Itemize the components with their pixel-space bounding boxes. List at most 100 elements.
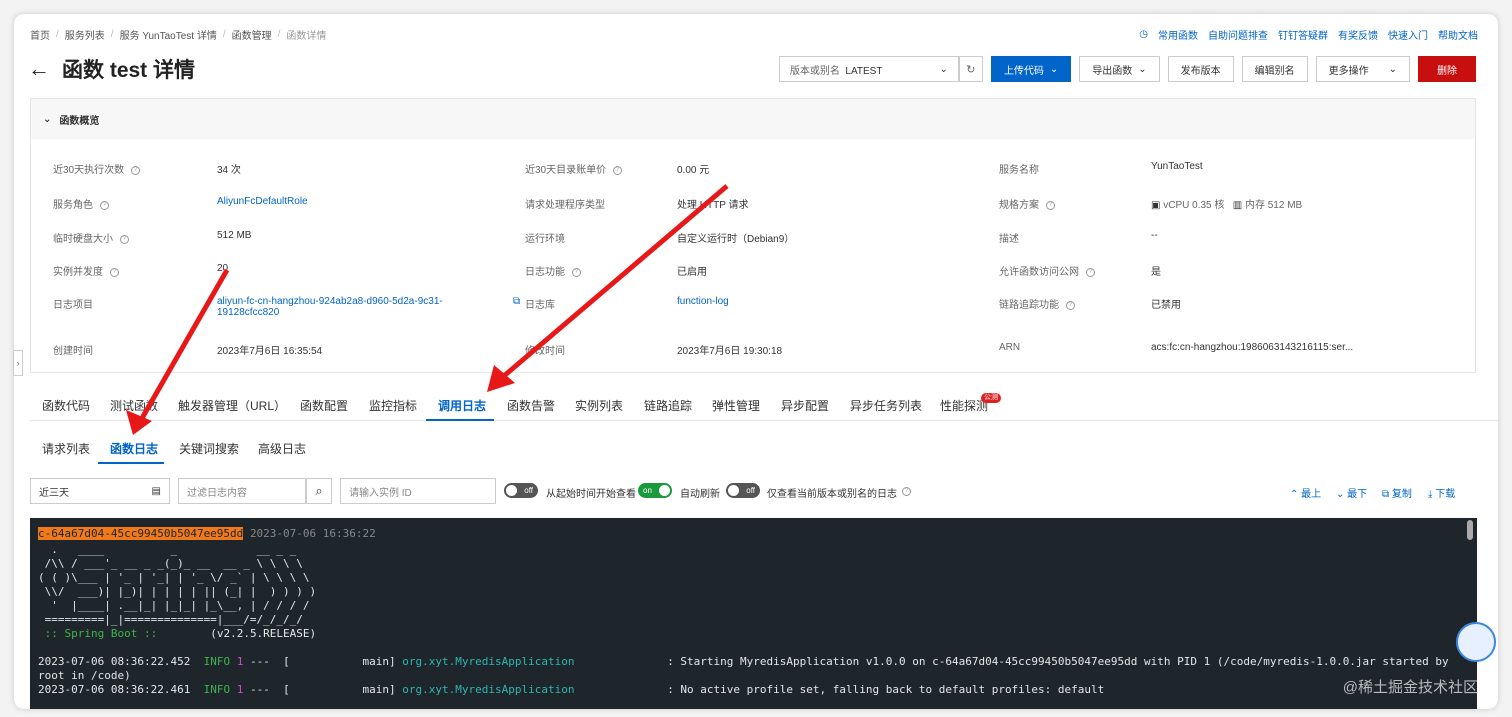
tab-function-code[interactable]: 函数代码	[42, 397, 90, 414]
copy-link[interactable]: ⧉ 复制	[1382, 485, 1412, 500]
tab-elastic-management[interactable]: 弹性管理	[712, 397, 760, 414]
overview-value: 512 MB	[217, 230, 252, 241]
chevron-down-icon: ⌄	[1049, 63, 1059, 75]
subtab-function-logs[interactable]: 函数日志	[110, 440, 158, 457]
help-icon: ?	[902, 487, 911, 496]
help-icon: ?	[1065, 300, 1075, 310]
time-range-select[interactable]: 近三天 ▤	[30, 478, 170, 504]
instance-id: c-64a67d04-45cc99450b5047ee95dd	[38, 527, 244, 540]
overview-value: 处理 HTTP 请求	[677, 200, 749, 211]
overview-key: 链路追踪功能 ?	[999, 296, 1075, 311]
app-window: 首页 / 服务列表 / 服务 YunTaoTest 详情 / 函数管理 / 函数详情 ◷…	[14, 14, 1498, 709]
link-feedback[interactable]: 有奖反馈	[1338, 27, 1378, 42]
tab-trigger-management[interactable]: 触发器管理（URL）	[178, 397, 286, 414]
toggle-auto-refresh-label: 自动刷新	[680, 489, 720, 500]
toggle-auto-refresh[interactable]: on	[638, 483, 672, 498]
tab-async-tasks[interactable]: 异步任务列表	[850, 397, 922, 414]
tab-function-config[interactable]: 函数配置	[300, 397, 348, 414]
back-arrow-icon[interactable]: ←	[28, 56, 50, 82]
instance-id-input[interactable]: 请输入实例 ID	[340, 478, 496, 504]
chevron-down-icon: ⌄	[43, 113, 52, 125]
overview-value: acs:fc:cn-hangzhou:1986063143216115:ser.…	[1151, 342, 1354, 353]
action-bar: 版本或别名 LATEST ⌄ ↻ 上传代码 ⌄ 导出函数 ⌄ 发布版本 编辑别名 更…	[778, 56, 1476, 82]
overview-value: 已启用	[677, 267, 707, 278]
link-quick-start[interactable]: 快速入门	[1388, 27, 1428, 42]
assistant-bot-icon[interactable]	[1456, 622, 1496, 662]
sidebar-expand-handle[interactable]: ›	[13, 350, 23, 376]
toggle-start-from-beginning[interactable]: off	[504, 483, 538, 498]
download-link[interactable]: ⤓ 下载	[1428, 485, 1455, 500]
version-select[interactable]: 版本或别名 LATEST ⌄	[778, 56, 959, 82]
log-filters: 近三天 ▤ 过滤日志内容 ⌕ 请输入实例 ID off 从起始时间开始查看 on …	[30, 478, 1478, 504]
overview-value: 34 次	[217, 165, 241, 176]
clock-icon: ◷	[1139, 28, 1148, 40]
log-console[interactable]: c-64a67d04-45cc99450b5047ee95dd 2023-07-…	[30, 518, 1477, 709]
link-help-docs[interactable]: 帮助文档	[1438, 27, 1478, 42]
tab-invocation-logs[interactable]: 调用日志	[438, 397, 486, 414]
overview-key: 允许函数访问公网 ?	[999, 263, 1095, 278]
spring-banner: . ____ _ __ _ _ /\\ / ___'_ __ _ _(_)_ _…	[38, 543, 1469, 627]
help-icon: ?	[99, 200, 109, 210]
scroll-bottom-link[interactable]: ⌄ 最下	[1336, 485, 1367, 500]
overview-key: 运行环境	[525, 234, 565, 245]
watermark: @稀土掘金技术社区	[1342, 679, 1478, 696]
refresh-icon[interactable]: ↻	[958, 56, 983, 82]
function-overview-panel: ⌄ 函数概览 近30天执行次数 ? 34 次近30天目录账单价 ? 0.00 元服务…	[30, 98, 1476, 373]
scroll-top-link[interactable]: ⌃ 最上	[1290, 485, 1321, 500]
copy-icon[interactable]: ⧉	[513, 296, 520, 307]
overview-value[interactable]: function-log	[677, 296, 729, 307]
overview-header[interactable]: ⌄ 函数概览	[31, 99, 1475, 139]
spring-boot-line: :: Spring Boot :: (v2.2.5.RELEASE)	[38, 627, 317, 640]
help-icon: ?	[109, 267, 119, 277]
log-subtabs: 请求列表 函数日志 关键词搜索 高级日志	[30, 434, 1498, 464]
overview-value[interactable]: AliyunFcDefaultRole	[217, 196, 308, 207]
tab-test-function[interactable]: 测试函数	[110, 397, 158, 414]
log-filter-input[interactable]: 过滤日志内容	[178, 478, 306, 504]
search-icon[interactable]: ⌕	[306, 478, 332, 504]
publish-version-button[interactable]: 发布版本	[1167, 56, 1234, 82]
overview-key: 近30天目录账单价 ?	[525, 161, 622, 176]
upload-code-button[interactable]: 上传代码 ⌄	[990, 56, 1072, 82]
more-actions-button[interactable]: 更多操作 ⌄	[1315, 56, 1410, 82]
help-icon: ?	[1045, 200, 1055, 210]
delete-button[interactable]: 删除	[1418, 56, 1476, 82]
overview-key: 近30天执行次数 ?	[53, 161, 140, 176]
instance-time: 2023-07-06 16:36:22	[249, 527, 376, 540]
overview-value[interactable]: aliyun-fc-cn-hangzhou-924ab2a8-d960-5d2a…	[217, 296, 443, 318]
overview-key: 描述	[999, 234, 1019, 245]
banner-line: ( ( )\___ | '_ | '_| | '_ \/ _` | \ \ \ …	[38, 571, 310, 584]
toggle-current-version-only[interactable]: off	[726, 483, 760, 498]
breadcrumb-services[interactable]: 服务列表	[65, 27, 105, 42]
version-select-label: 版本或别名	[789, 65, 840, 77]
copy-icon-wrapper[interactable]: ⧉	[513, 296, 520, 307]
subtab-request-list[interactable]: 请求列表	[42, 440, 90, 457]
breadcrumb-service-detail[interactable]: 服务 YunTaoTest 详情	[120, 27, 217, 42]
tab-instance-list[interactable]: 实例列表	[575, 397, 623, 414]
tab-async-config[interactable]: 异步配置	[781, 397, 829, 414]
overview-key: 修改时间	[525, 346, 565, 357]
subtab-keyword-search[interactable]: 关键词搜索	[179, 440, 239, 457]
active-tab-indicator	[426, 419, 494, 421]
link-self-troubleshoot[interactable]: 自助问题排查	[1208, 27, 1268, 42]
overview-key: 临时硬盘大小 ?	[53, 230, 129, 245]
banner-line: \\/ ___)| |_)| | | | | || (_| | ) ) ) )	[38, 585, 317, 598]
breadcrumb: 首页 / 服务列表 / 服务 YunTaoTest 详情 / 函数管理 / 函数详情	[30, 27, 327, 42]
export-function-button[interactable]: 导出函数 ⌄	[1079, 56, 1160, 82]
subtab-advanced-logs[interactable]: 高级日志	[258, 440, 306, 457]
console-scrollbar[interactable]	[1467, 520, 1473, 540]
overview-key: 日志功能 ?	[525, 263, 581, 278]
tab-function-alarms[interactable]: 函数告警	[507, 397, 555, 414]
overview-value: 0.00 元	[677, 165, 710, 176]
instance-header: c-64a67d04-45cc99450b5047ee95dd 2023-07-…	[38, 527, 1469, 541]
banner-line: ' |____| .__|_| |_|_| |_\__, | / / / /	[38, 599, 310, 612]
overview-key: 实例并发度 ?	[53, 263, 119, 278]
page-title: 函数 test 详情	[62, 59, 196, 82]
overview-key: 日志库	[525, 300, 555, 311]
edit-alias-button[interactable]: 编辑别名	[1241, 56, 1308, 82]
breadcrumb-functions[interactable]: 函数管理	[232, 27, 272, 42]
tab-tracing[interactable]: 链路追踪	[644, 397, 692, 414]
link-dingtalk-group[interactable]: 钉钉答疑群	[1278, 27, 1328, 42]
link-common-functions[interactable]: 常用函数	[1158, 27, 1198, 42]
tab-monitoring[interactable]: 监控指标	[369, 397, 417, 414]
breadcrumb-home[interactable]: 首页	[30, 27, 50, 42]
